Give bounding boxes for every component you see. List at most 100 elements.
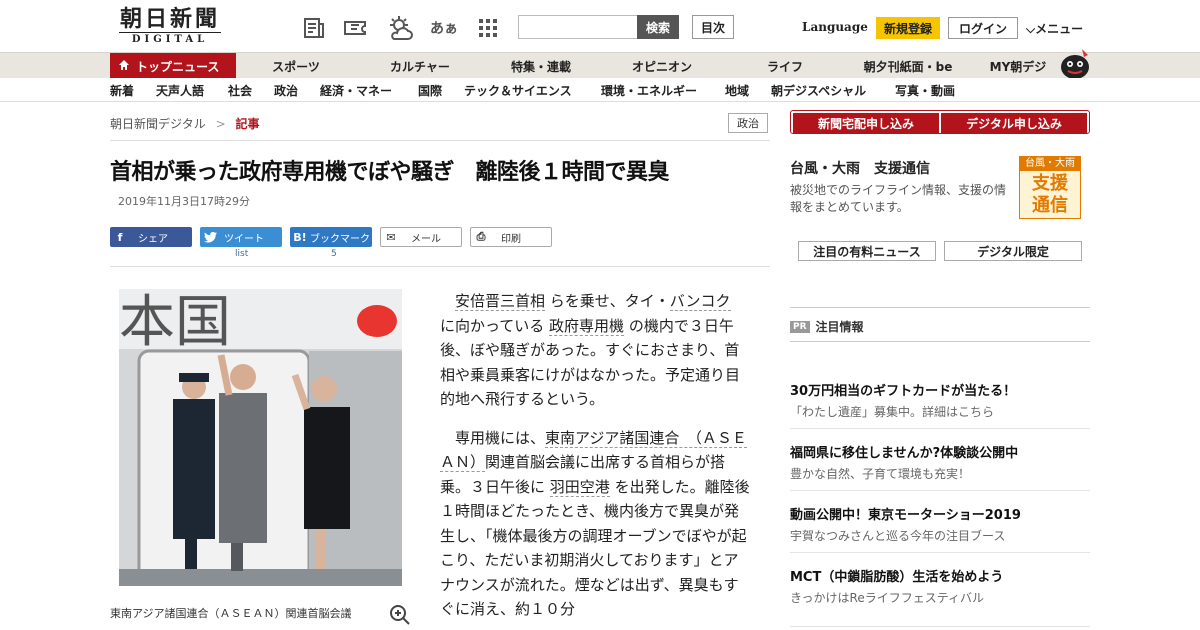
divider <box>110 140 770 141</box>
divider <box>790 428 1090 429</box>
printer-icon: ⎙ <box>476 230 486 243</box>
category-tag[interactable]: 政治 <box>728 113 768 133</box>
article-photo[interactable]: 本国 <box>119 289 402 586</box>
nav-sports[interactable]: スポーツ <box>250 53 342 79</box>
nav2-region[interactable]: 地域 <box>725 82 749 99</box>
tab-digital-only[interactable]: デジタル限定 <box>944 241 1082 261</box>
menu-button[interactable]: ⌵メニュー <box>1026 20 1083 37</box>
facebook-share-button[interactable]: f シェア <box>110 227 192 247</box>
ad-sub[interactable]: 宇賀なつみさんと巡る今年の注目ブース <box>790 527 1005 544</box>
sign-text: 本国 <box>119 290 231 355</box>
link-haneda[interactable]: 羽田空港 <box>549 477 610 497</box>
nav-papers[interactable]: 朝夕刊紙面・be <box>850 53 966 79</box>
twitter-icon <box>200 227 220 247</box>
subscription-buttons: 新聞宅配申し込み デジタル申し込み <box>790 110 1090 134</box>
nav2-environment[interactable]: 環境・エネルギー <box>601 82 697 99</box>
nav2-photo[interactable]: 写真・動画 <box>895 82 955 99</box>
link-bangkok[interactable]: バンコク <box>669 292 731 311</box>
toc-button[interactable]: 目次 <box>692 15 734 39</box>
ad-sub[interactable]: きっかけはReライフフェスティバル <box>790 589 984 606</box>
language-link[interactable]: Language <box>802 20 868 34</box>
link-gov-plane[interactable]: 政府専用機 <box>549 316 625 336</box>
site-logo[interactable]: 朝日新聞 DIGITAL <box>115 6 225 46</box>
nav-my-asahi[interactable]: MY朝デジ <box>980 53 1056 79</box>
mascot-icon[interactable] <box>1058 45 1092 79</box>
text: を出発した。離陸後１時間ほどたったとき、機内後方で異臭が発生し、「機体最後方の調… <box>440 477 750 619</box>
search-input[interactable] <box>518 15 638 39</box>
nav-culture[interactable]: カルチャー <box>370 53 470 79</box>
logo-jp: 朝日新聞 <box>119 6 220 32</box>
ad-title[interactable]: 動画公開中！東京モーターショー2019 <box>790 504 1021 523</box>
hatena-bookmark-button[interactable]: B! ブックマーク <box>290 227 372 247</box>
typhoon-badge[interactable]: 台風・大雨 支援通信 <box>1019 156 1081 219</box>
link-abe[interactable]: 安倍晋三首相 <box>455 292 546 311</box>
font-size-icon[interactable]: あぁ <box>430 14 458 42</box>
badge-top: 台風・大雨 <box>1020 157 1080 171</box>
breadcrumb-separator: > <box>215 117 226 131</box>
ad-sub[interactable]: 「わたし遺産」募集中。詳細はこちら <box>790 403 994 420</box>
typhoon-text: 被災地でのライフライン情報、支援の情報をまとめています。 <box>790 183 1007 214</box>
divider <box>790 307 1090 308</box>
grid-menu-icon[interactable] <box>474 14 502 42</box>
menu-label: メニュー <box>1035 22 1084 36</box>
ad-title[interactable]: 30万円相当のギフトカードが当たる！ <box>790 380 1016 399</box>
nav-life[interactable]: ライフ <box>745 53 825 79</box>
mail-button[interactable]: ✉ メール <box>380 227 462 247</box>
pr-tag: PR <box>790 320 810 333</box>
nav-features[interactable]: 特集・連載 <box>490 53 592 79</box>
nav2-latest[interactable]: 新着 <box>110 82 134 99</box>
nav2-international[interactable]: 国際 <box>418 82 442 99</box>
bookmark-label: ブックマーク <box>310 233 370 245</box>
nav2-tech[interactable]: テック＆サイエンス <box>464 82 572 99</box>
nav2-special[interactable]: 朝デジスペシャル <box>771 82 866 99</box>
digital-subscribe-button[interactable]: デジタル申し込み <box>941 113 1087 133</box>
divider <box>110 266 770 267</box>
primary-nav: トップニュース スポーツ カルチャー 特集・連載 オピニオン ライフ 朝夕刊紙面… <box>0 49 1200 79</box>
article-date: 2019年11月3日17時29分 <box>118 195 250 208</box>
facebook-icon: f <box>117 230 123 244</box>
twitter-share-button[interactable]: ツイート <box>200 227 282 247</box>
breadcrumb-current: 記事 <box>235 117 260 131</box>
breadcrumb: 朝日新聞デジタル > 記事 <box>110 115 260 132</box>
paragraph: 安倍晋三首相 らを乗せ、タイ・バンコク に向かっている 政府専用機 の機内で３日… <box>440 289 750 412</box>
text: 専用機には、 <box>455 428 546 447</box>
pr-heading: PR 注目情報 <box>790 318 864 335</box>
newspaper-icon[interactable] <box>300 14 328 42</box>
tab-paid-news[interactable]: 注目の有料ニュース <box>798 241 936 261</box>
logo-en: DIGITAL <box>119 32 221 46</box>
weather-icon[interactable] <box>386 14 414 42</box>
typhoon-title[interactable]: 台風・大雨 支援通信 <box>790 158 930 178</box>
nav2-tenseijingo[interactable]: 天声人語 <box>156 82 204 99</box>
hatena-icon: B! <box>293 230 307 244</box>
text: に向かっている <box>440 316 550 335</box>
register-button[interactable]: 新規登録 <box>876 17 940 39</box>
nav-opinion[interactable]: オピニオン <box>612 53 712 79</box>
login-button[interactable]: ログイン <box>948 17 1018 39</box>
ticket-icon[interactable] <box>342 14 370 42</box>
print-label: 印刷 <box>501 233 521 245</box>
article-headline: 首相が乗った政府専用機でぼや騒ぎ 離陸後１時間で異臭 <box>110 160 670 185</box>
tweet-label: ツイート <box>224 233 264 245</box>
nav2-economy[interactable]: 経済・マネー <box>320 82 392 99</box>
share-label: シェア <box>138 233 168 245</box>
paragraph: 専用機には、東南アジア諸国連合 （ＡＳＥＡＮ）関連首脳会議に出席する首相らが搭乗… <box>440 426 750 622</box>
search-button[interactable]: 検索 <box>637 15 679 39</box>
ad-title[interactable]: MCT（中鎖脂肪酸）生活を始めよう <box>790 566 1003 585</box>
nav2-politics[interactable]: 政治 <box>274 82 298 99</box>
badge-main: 支援通信 <box>1032 173 1068 216</box>
nav-item-label: トップニュース <box>136 59 220 74</box>
article-body: 安倍晋三首相 らを乗せ、タイ・バンコク に向かっている 政府専用機 の機内で３日… <box>440 289 750 630</box>
mail-label: メール <box>411 233 441 245</box>
breadcrumb-home[interactable]: 朝日新聞デジタル <box>110 117 206 131</box>
photo-caption: 東南アジア諸国連合（ＡＳＥＡＮ）関連首脳会議 <box>110 607 352 620</box>
nav-top-news[interactable]: トップニュース <box>110 53 236 79</box>
hatena-count[interactable]: 5 <box>331 249 337 259</box>
ad-sub[interactable]: 豊かな自然、子育て環境も充実！ <box>790 465 970 482</box>
nav2-society[interactable]: 社会 <box>228 82 252 99</box>
ad-title[interactable]: 福岡県に移住しませんか?体験談公開中 <box>790 442 1018 461</box>
chevron-down-icon: ⌵ <box>1026 22 1036 36</box>
home-delivery-button[interactable]: 新聞宅配申し込み <box>793 113 939 133</box>
zoom-icon[interactable] <box>389 604 411 626</box>
twitter-count[interactable]: list <box>235 249 248 259</box>
print-button[interactable]: ⎙ 印刷 <box>470 227 552 247</box>
